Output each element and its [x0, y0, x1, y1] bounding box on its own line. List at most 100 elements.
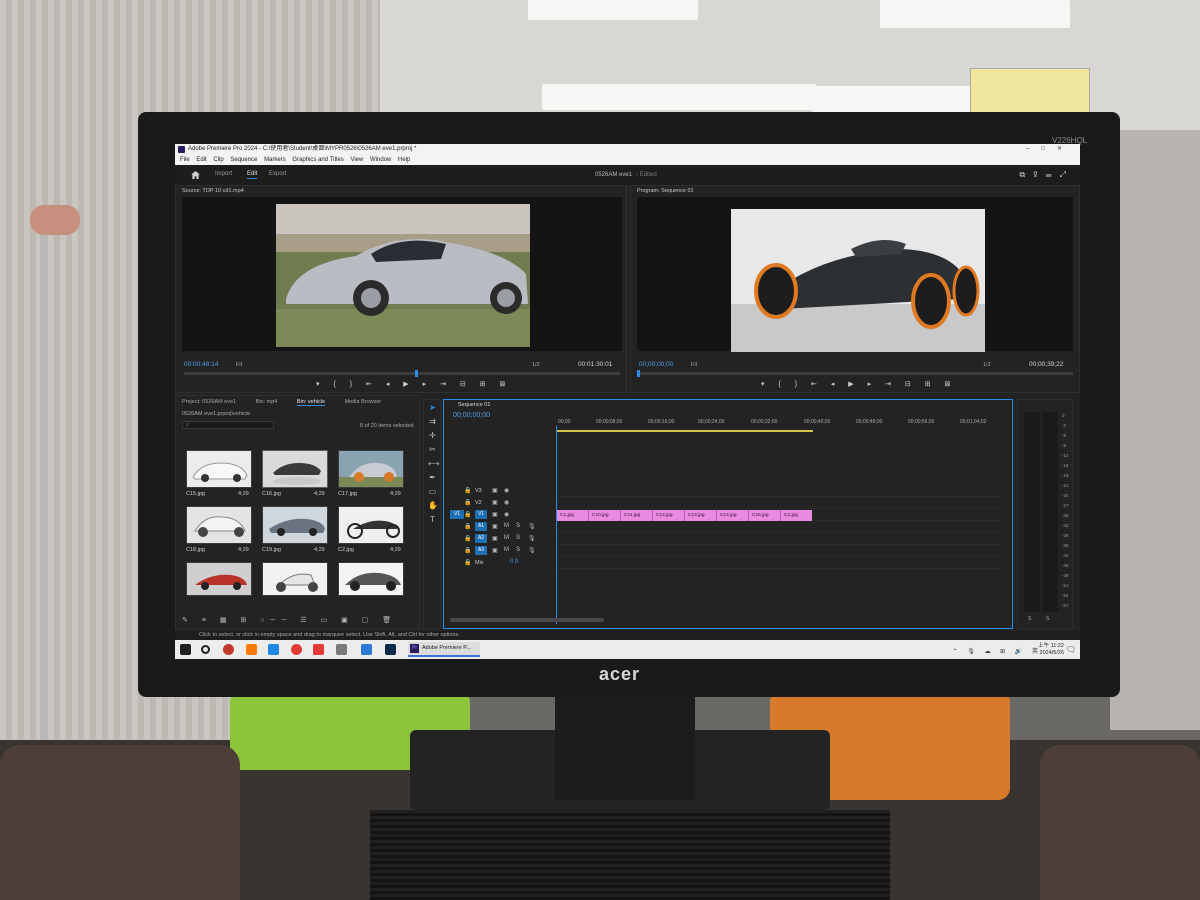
tab-import[interactable]: Import [215, 171, 232, 177]
slip-tool-icon[interactable]: ⟷ [428, 459, 439, 468]
tab-media-browser[interactable]: Media Browser [345, 399, 382, 405]
acrobat-icon[interactable] [313, 644, 324, 655]
lock-icon[interactable]: 🔒 [464, 547, 471, 554]
windows-start-icon[interactable] [180, 644, 191, 655]
track-header-a3[interactable]: 🔒 A3 ▣ M S 🎙 [444, 546, 552, 557]
taskbar-clock[interactable]: 上午 11:22 2024/5/26 [1038, 643, 1064, 657]
sync-icon[interactable]: ▣ [492, 523, 498, 530]
project-panel-toolbar[interactable]: ✎ ≡ ▦ ⊞ ○── ☰ ▭ ▣ ▢ 🗑 [182, 616, 397, 624]
menu-view[interactable]: View [350, 155, 363, 165]
timeline-clip[interactable]: C10.jpg [588, 510, 620, 521]
sync-icon[interactable]: ▣ [492, 547, 498, 554]
pen-tool-icon[interactable]: ✒ [428, 473, 437, 482]
lock-icon[interactable]: 🔒 [464, 499, 471, 506]
eye-icon[interactable]: ◉ [504, 499, 509, 506]
menu-file[interactable]: File [180, 155, 190, 165]
track-lane-v3[interactable] [556, 486, 1004, 497]
source-timecode-current[interactable]: 00:00:48:14 [184, 361, 218, 368]
program-transport-controls[interactable]: ▾ { } ⇤ ◂ ▶ ▸ ⇥ ⊟ ⊞ ⊠ [761, 380, 956, 388]
mute-icon[interactable]: M [504, 547, 509, 553]
solo-button-right[interactable]: S [1046, 616, 1049, 622]
menu-window[interactable]: Window [370, 155, 391, 165]
notification-icon[interactable]: 🗨 [1066, 645, 1076, 654]
mix-value[interactable]: 0.0 [510, 559, 518, 565]
sync-icon[interactable]: ▣ [492, 487, 498, 494]
mic-icon[interactable]: 🎙 [528, 535, 536, 542]
track-header-a1[interactable]: 🔒 A1 ▣ M S 🎙 [444, 522, 552, 533]
rectangle-tool-icon[interactable]: ▭ [428, 487, 437, 496]
program-viewer[interactable] [637, 197, 1073, 352]
track-label[interactable]: A2 [475, 534, 487, 543]
header-icons[interactable]: ⧉⇪☰⤢ [1019, 170, 1074, 180]
timeline-playhead[interactable] [556, 426, 557, 624]
program-playhead[interactable] [637, 370, 640, 377]
track-lane-a3[interactable] [556, 546, 1004, 557]
media-thumb[interactable] [338, 450, 404, 488]
media-thumb[interactable] [186, 506, 252, 544]
solo-button-left[interactable]: S [1028, 616, 1031, 622]
sync-icon[interactable]: ▣ [492, 511, 498, 518]
track-lane-v2[interactable] [556, 498, 1004, 509]
system-tray-icons[interactable]: ⌃ 🎙 ☁ ⊞ 🔊 英 [953, 646, 1042, 655]
file-app-icon[interactable] [336, 644, 347, 655]
track-header-v1[interactable]: V1 🔒 V1 ▣ ◉ [444, 510, 552, 521]
selection-tool-icon[interactable]: ➤ [428, 403, 437, 412]
lock-icon[interactable]: 🔒 [464, 487, 471, 494]
solo-icon[interactable]: S [516, 547, 520, 553]
media-thumb[interactable] [338, 506, 404, 544]
program-fit-select[interactable]: Fit [691, 362, 697, 368]
timeline-clip[interactable]: C16.jpg [748, 510, 780, 521]
program-scrub-bar[interactable] [637, 370, 1073, 377]
track-label[interactable]: V1 [475, 510, 487, 519]
project-search-input[interactable]: ⌕ [182, 421, 274, 429]
timeline-horizontal-scrollbar[interactable] [450, 618, 604, 622]
menu-edit[interactable]: Edit [196, 155, 206, 165]
hand-tool-icon[interactable]: ✋ [428, 501, 438, 510]
source-viewer[interactable] [182, 197, 622, 351]
timeline-clip[interactable]: C12.jpg [652, 510, 684, 521]
source-scrub-bar[interactable] [184, 370, 620, 377]
timeline-clip[interactable]: C2.jpg [780, 510, 812, 521]
eye-icon[interactable]: ◉ [504, 511, 509, 518]
source-monitor-header[interactable]: Source: TOP 10 cd1.mp4 [182, 188, 244, 194]
source-resolution-select[interactable]: 1/2 [532, 362, 540, 368]
type-tool-icon[interactable]: T [428, 515, 437, 524]
timeline-clip[interactable]: C1.jpg [556, 510, 588, 521]
solo-icon[interactable]: S [516, 535, 520, 541]
timeline-timecode[interactable]: 00;00;00;00 [453, 412, 490, 419]
record-app-icon[interactable] [223, 644, 234, 655]
illustrator-icon[interactable] [246, 644, 257, 655]
menu-help[interactable]: Help [398, 155, 410, 165]
tab-bin-mp4[interactable]: Bin: mp4 [256, 399, 278, 405]
media-thumb[interactable] [262, 562, 328, 596]
search-icon[interactable] [201, 645, 210, 654]
tab-edit[interactable]: Edit [247, 171, 258, 179]
lock-icon[interactable]: 🔒 [464, 559, 471, 566]
eye-icon[interactable]: ◉ [504, 487, 509, 494]
chrome-icon[interactable] [291, 644, 302, 655]
program-timecode-current[interactable]: 00;00;00;00 [639, 361, 673, 368]
vscode-icon[interactable] [361, 644, 372, 655]
media-thumb-selected[interactable] [262, 450, 328, 488]
menu-clip[interactable]: Clip [213, 155, 223, 165]
program-monitor-header[interactable]: Program: Sequence 01 [637, 188, 694, 194]
mic-icon[interactable]: 🎙 [528, 523, 536, 530]
ripple-edit-tool-icon[interactable]: ✛ [428, 431, 437, 440]
tab-project[interactable]: Project: 0526AM eve1 [182, 399, 236, 405]
track-select-tool-icon[interactable]: ⇉ [428, 417, 437, 426]
media-thumb[interactable] [186, 450, 252, 488]
source-playhead[interactable] [415, 370, 419, 377]
photoshop-icon[interactable] [385, 644, 396, 655]
razor-tool-icon[interactable]: ✂ [428, 445, 437, 454]
lock-icon[interactable]: 🔒 [464, 535, 471, 542]
timeline-clip[interactable]: C13.jpg [684, 510, 716, 521]
menu-markers[interactable]: Markers [264, 155, 286, 165]
lock-icon[interactable]: 🔒 [464, 511, 471, 518]
track-header-v3[interactable]: 🔒 V3 ▣ ◉ [444, 486, 552, 497]
sync-icon[interactable]: ▣ [492, 535, 498, 542]
media-thumb[interactable] [186, 562, 252, 596]
tab-sequence[interactable]: Sequence 01 [458, 402, 490, 408]
work-area-bar[interactable] [556, 430, 813, 432]
track-lane-v1[interactable]: C1.jpg C10.jpg C11.jpg C12.jpg C13.jpg C… [556, 510, 1004, 521]
track-label[interactable]: A1 [475, 522, 487, 531]
